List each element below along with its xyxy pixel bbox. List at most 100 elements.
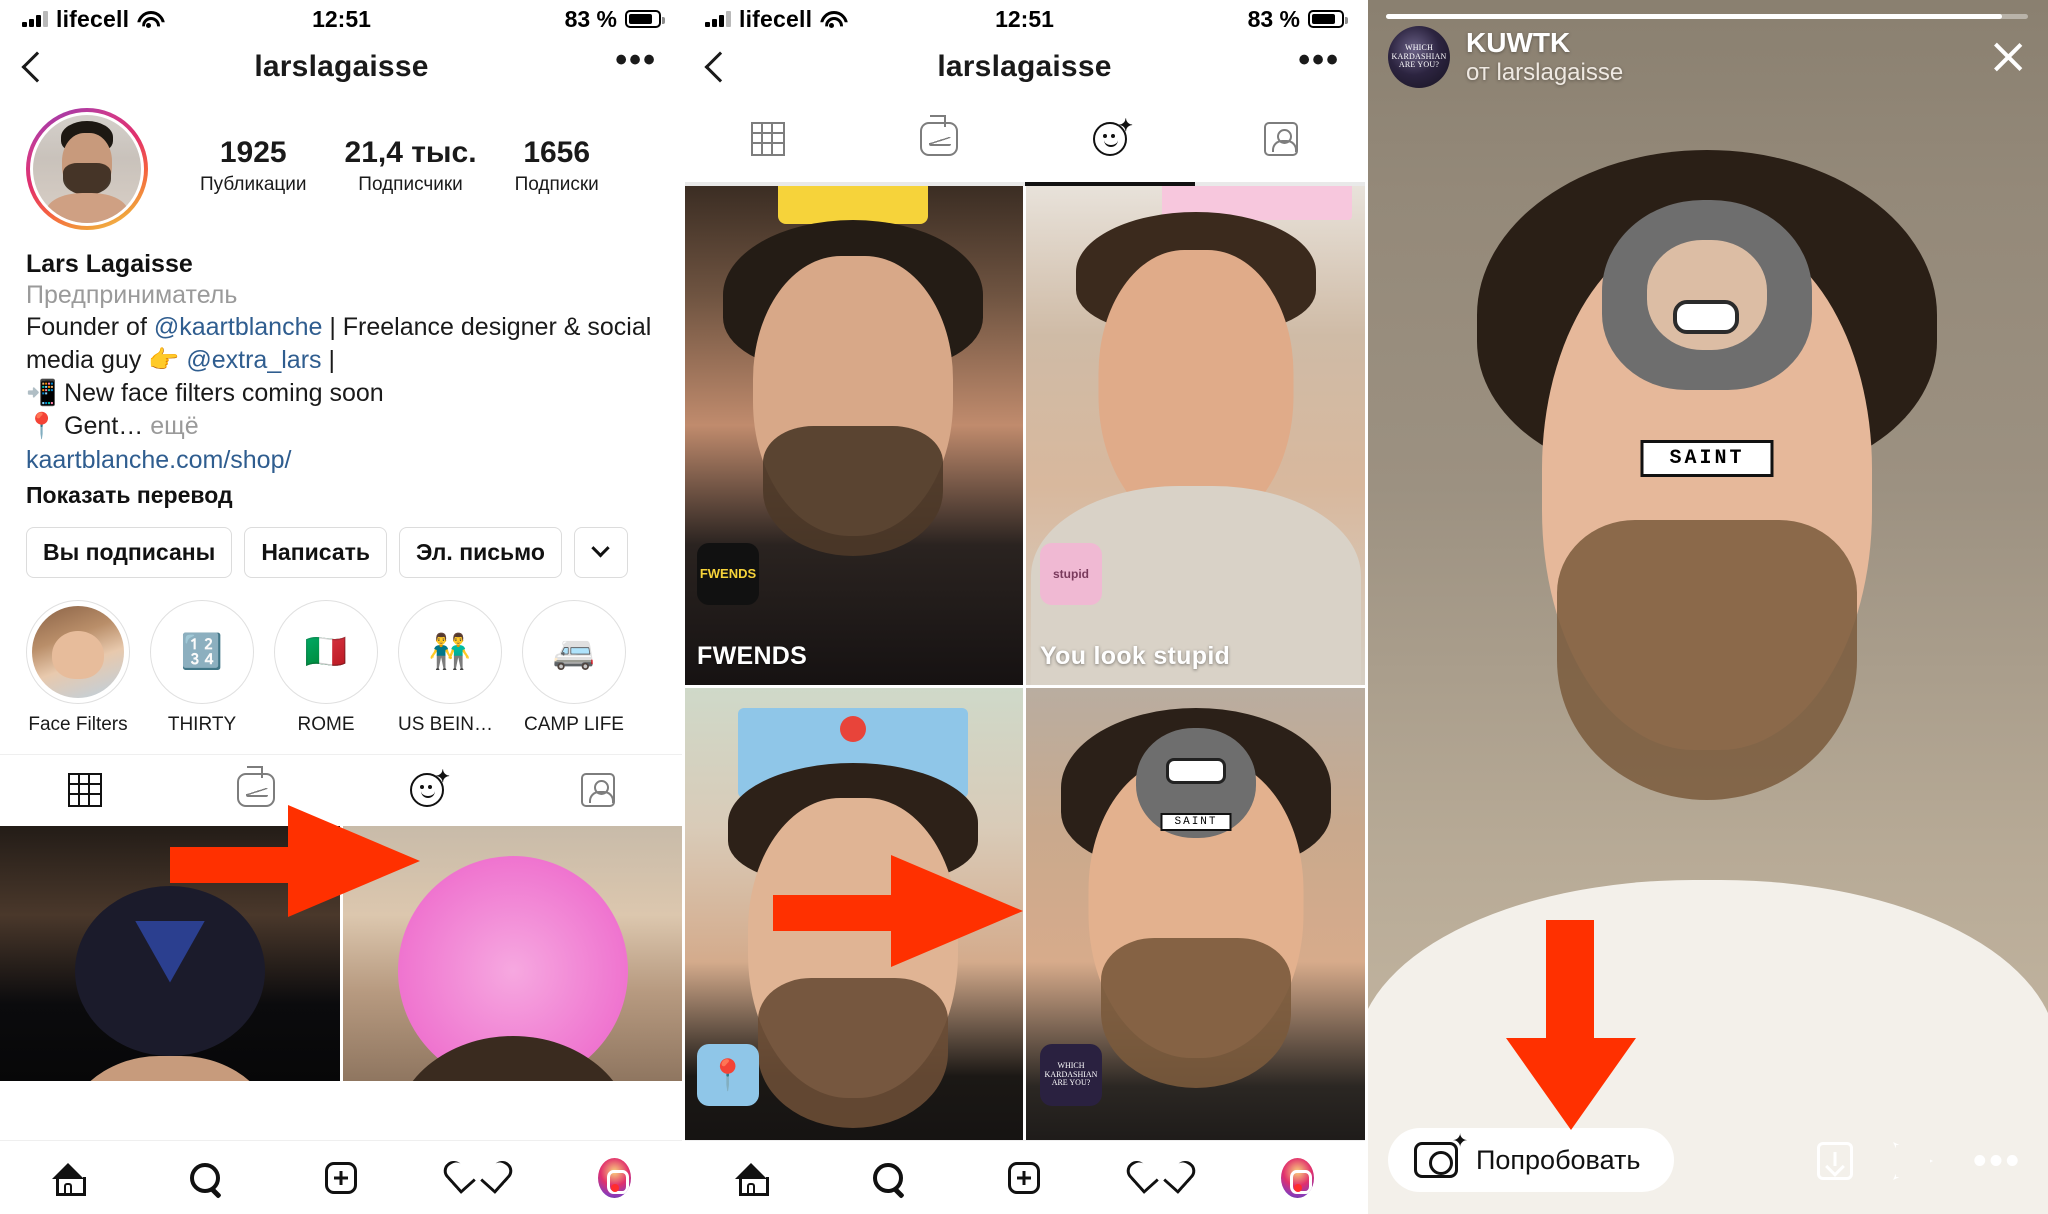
highlight-camp-life[interactable]: 🚐 CAMP LIFE [522, 599, 626, 736]
home-icon [735, 1162, 770, 1196]
nav-activity[interactable] [410, 1162, 547, 1193]
highlight-label: ROME [297, 713, 355, 735]
email-button[interactable]: Эл. письмо [399, 526, 562, 578]
chevron-down-icon[interactable] [573, 526, 628, 578]
effects-grid: FWENDS FWENDS stupid You look stupid PAR… [683, 186, 1366, 1186]
face-effects-icon: ✦ [1092, 117, 1133, 156]
heart-icon [1144, 1162, 1178, 1193]
battery-icon [1308, 10, 1348, 28]
profile-header: 1925 Публикации 21,4 тыс. Подписчики 165… [0, 96, 683, 230]
effect-badge: WHICH KARDASHIAN ARE YOU? [1040, 1044, 1102, 1106]
highlight-label: THIRTY [167, 713, 237, 735]
nav-add[interactable] [956, 1161, 1093, 1194]
bio-line4: 📍 Gent… [26, 412, 144, 440]
igtv-icon [237, 766, 276, 807]
nav-profile[interactable] [546, 1157, 683, 1198]
try-it-button[interactable]: Попробовать [1388, 1128, 1675, 1192]
highlight-emoji: 🇮🇹 [304, 632, 348, 671]
tab-effects[interactable]: ✦ [342, 768, 513, 807]
status-bar-panel1: lifecell 12:51 83 % [0, 0, 683, 38]
nav-search[interactable] [137, 1162, 274, 1193]
send-icon[interactable] [1893, 1142, 1933, 1180]
story-subject-beard [1557, 520, 1857, 800]
effect-cell-fwends[interactable]: FWENDS FWENDS [683, 186, 1023, 685]
following-button[interactable]: Вы подписаны [26, 526, 233, 578]
page-title: larslagaisse [254, 50, 429, 83]
tab-grid[interactable] [683, 122, 854, 156]
effect-avatar[interactable]: WHICH KARDASHIAN ARE YOU? [1388, 26, 1450, 88]
nav-home[interactable] [683, 1162, 820, 1196]
effect-name: KUWTK [1466, 26, 1571, 58]
bio-mention-extralars[interactable]: @extra_lars [186, 346, 321, 374]
effect-cell[interactable] [343, 825, 683, 1081]
effect-cell-you-look-stupid[interactable]: stupid You look stupid [1026, 186, 1366, 685]
bio-line1-pre: Founder of [26, 313, 154, 341]
effect-badge: stupid [1040, 542, 1102, 605]
igtv-icon [920, 115, 959, 156]
story-meta: KUWTK от larslagaisse [1466, 27, 1623, 88]
nav-activity[interactable] [1093, 1162, 1230, 1193]
message-button[interactable]: Написать [244, 526, 388, 578]
clock-label: 12:51 [312, 5, 371, 32]
profile-tabs-panel2: ✦ [683, 96, 1366, 182]
profile-actions: Вы подписаны Написать Эл. письмо [0, 509, 683, 578]
download-icon[interactable] [1817, 1142, 1854, 1180]
try-it-label: Попробовать [1476, 1144, 1641, 1175]
show-translation-link[interactable]: Показать перевод [26, 482, 657, 509]
profile-avatar-icon [1281, 1157, 1315, 1198]
sticker-label: SAINT [1640, 440, 1774, 477]
screenshot-root: lifecell 12:51 83 % larslagaisse ••• 192… [0, 0, 2048, 1214]
nav-add[interactable] [273, 1161, 410, 1194]
tab-igtv[interactable] [854, 115, 1025, 156]
highlight-rome[interactable]: 🇮🇹 ROME [274, 599, 378, 736]
tab-effects[interactable]: ✦ [1025, 117, 1196, 156]
bio-more-link[interactable]: ещё [150, 412, 198, 440]
search-icon [872, 1162, 903, 1193]
story-viewer: WHICH KARDASHIAN ARE YOU? KUWTK от larsl… [1366, 0, 2048, 1214]
close-icon[interactable] [1990, 39, 2026, 75]
page-title: larslagaisse [937, 50, 1112, 83]
grid-icon [68, 773, 103, 807]
notification-dot [610, 1183, 619, 1192]
stat-posts[interactable]: 1925 Публикации [200, 136, 307, 196]
profile-tabs-panel1: ✦ [0, 753, 683, 826]
tab-igtv[interactable] [171, 766, 342, 807]
highlight-emoji: 👬 [428, 632, 472, 671]
stat-posts-label: Публикации [200, 174, 307, 195]
stat-followers[interactable]: 21,4 тыс. Подписчики [345, 136, 477, 196]
panel-divider [1365, 0, 1368, 1214]
bio-mention-kaartblanche[interactable]: @kaartblanche [154, 313, 323, 341]
search-icon [189, 1162, 220, 1193]
highlight-thirty[interactable]: 🔢 THIRTY [150, 599, 254, 736]
face-effects-icon: ✦ [409, 768, 450, 807]
highlight-face-filters[interactable]: Face Filters [26, 599, 130, 736]
nav-home[interactable] [0, 1162, 137, 1196]
bottom-nav-panel1 [0, 1140, 683, 1214]
nav-bar-panel1: larslagaisse ••• [0, 38, 683, 96]
effect-avatar-text: WHICH KARDASHIAN ARE YOU? [1391, 43, 1447, 70]
nav-bar-panel2: larslagaisse ••• [683, 38, 1366, 96]
panel-profile: lifecell 12:51 83 % larslagaisse ••• 192… [0, 0, 683, 1214]
effect-cell-my-next-trip[interactable]: PARIS 📍 MY NEXT TRIP [683, 687, 1023, 1186]
effect-caption: You look stupid [1040, 641, 1231, 670]
effect-cell[interactable] [0, 825, 340, 1081]
tab-tagged[interactable] [1195, 122, 1366, 156]
stat-posts-value: 1925 [219, 136, 287, 169]
highlight-us-being[interactable]: 👬 US BEING S… [398, 599, 502, 736]
nav-profile[interactable] [1229, 1157, 1366, 1198]
grid-icon [751, 122, 786, 156]
battery-icon [625, 10, 665, 28]
clock-label: 12:51 [995, 5, 1054, 32]
bio-website-link[interactable]: kaartblanche.com/shop/ [26, 443, 657, 478]
tab-grid[interactable] [0, 773, 171, 807]
panel-story-effect: WHICH KARDASHIAN ARE YOU? KUWTK от larsl… [1366, 0, 2048, 1214]
stat-followers-label: Подписчики [358, 174, 463, 195]
stat-following[interactable]: 1656 Подписки [515, 136, 599, 196]
nav-search[interactable] [820, 1162, 957, 1193]
story-progress-bar [1386, 14, 2028, 19]
effect-cell-kuwtk[interactable]: SAINT WHICHKARDASHIANARE YOU? KUWTK [1026, 687, 1366, 1186]
more-options-icon[interactable]: ••• [1973, 1142, 2022, 1180]
avatar[interactable] [26, 108, 148, 230]
display-name: Lars Lagaisse [26, 250, 193, 278]
tab-tagged[interactable] [512, 773, 683, 807]
